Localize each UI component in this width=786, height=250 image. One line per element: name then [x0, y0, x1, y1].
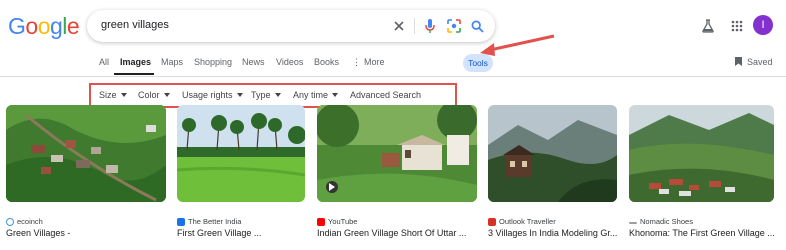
logo-letter: e — [66, 13, 80, 39]
tab-maps[interactable]: Maps — [161, 57, 183, 67]
filter-type-label: Type — [251, 90, 271, 100]
search-tabs: All Images Maps Shopping News Videos Boo… — [0, 52, 786, 74]
labs-flask-icon[interactable] — [698, 16, 718, 36]
search-divider — [414, 18, 415, 34]
caret-down-icon — [332, 93, 339, 97]
search-box[interactable]: green villages — [87, 10, 495, 42]
caret-down-icon — [274, 93, 281, 97]
header-divider — [0, 76, 786, 77]
filter-size-label: Size — [99, 90, 117, 100]
tab-all[interactable]: All — [99, 57, 109, 67]
more-dots-icon: ⋮ — [352, 57, 361, 67]
tab-books[interactable]: Books — [314, 57, 339, 67]
filter-color[interactable]: Color — [138, 90, 170, 100]
logo-letter: g — [49, 13, 63, 39]
clear-icon[interactable] — [389, 16, 409, 36]
result-title[interactable]: Indian Green Village Short Of Uttar ... — [317, 228, 466, 238]
result-thumbnail[interactable] — [177, 105, 305, 202]
caret-down-icon — [236, 93, 243, 97]
ecoinch-favicon-icon — [6, 217, 14, 226]
youtube-favicon-icon — [317, 217, 325, 226]
result-title[interactable]: Green Villages - — [6, 228, 70, 238]
google-logo[interactable]: Google — [8, 13, 80, 40]
result-source[interactable]: Nomadic Shoes — [629, 217, 693, 226]
filter-usage-rights[interactable]: Usage rights — [182, 90, 243, 100]
result-thumbnail[interactable] — [6, 105, 166, 202]
result-source[interactable]: The Better India — [177, 217, 241, 226]
result-title[interactable]: 3 Villages In India Modeling Gr... — [488, 228, 617, 238]
logo-letter: o — [37, 13, 51, 39]
result-source-label: Nomadic Shoes — [640, 217, 693, 226]
tab-more-label: More — [364, 57, 385, 67]
filter-any-time[interactable]: Any time — [293, 90, 339, 100]
result-thumbnail[interactable] — [317, 105, 477, 202]
logo-letter: o — [25, 13, 38, 39]
logo-letter: G — [8, 13, 26, 39]
filter-size[interactable]: Size — [99, 90, 127, 100]
the-better-india-favicon-icon — [177, 217, 185, 226]
lens-icon[interactable] — [444, 16, 464, 36]
result-source-label: ecoinch — [17, 217, 43, 226]
search-input[interactable]: green villages — [101, 19, 169, 31]
tab-images[interactable]: Images — [120, 57, 151, 67]
result-source[interactable]: ecoinch — [6, 217, 43, 226]
advanced-search-link[interactable]: Advanced Search — [350, 90, 421, 100]
result-source-label: Outlook Traveller — [499, 217, 556, 226]
result-title[interactable]: First Green Village ... — [177, 228, 261, 238]
result-title[interactable]: Khonoma: The First Green Village ... — [629, 228, 775, 238]
tab-videos[interactable]: Videos — [276, 57, 303, 67]
result-source[interactable]: YouTube — [317, 217, 357, 226]
bookmark-icon — [735, 57, 742, 66]
filter-any-time-label: Any time — [293, 90, 329, 100]
filter-type[interactable]: Type — [251, 90, 281, 100]
annotation-arrow — [480, 34, 555, 56]
result-thumbnail[interactable] — [629, 105, 774, 202]
nomadic-shoes-favicon-icon — [629, 222, 637, 224]
tab-more[interactable]: ⋮ More — [352, 57, 385, 68]
filter-color-label: Color — [138, 90, 160, 100]
tab-shopping[interactable]: Shopping — [194, 57, 232, 67]
filter-usage-rights-label: Usage rights — [182, 90, 233, 100]
caret-down-icon — [163, 93, 170, 97]
microphone-icon[interactable] — [420, 16, 440, 36]
account-avatar[interactable]: I — [753, 15, 773, 35]
apps-grid-icon[interactable] — [727, 16, 747, 36]
active-tab-underline — [114, 73, 154, 75]
caret-down-icon — [120, 93, 127, 97]
outlook-traveller-favicon-icon — [488, 217, 496, 226]
saved-button[interactable]: Saved — [734, 56, 773, 67]
result-source[interactable]: Outlook Traveller — [488, 217, 556, 226]
result-thumbnail[interactable] — [488, 105, 617, 202]
saved-label: Saved — [747, 56, 773, 67]
result-source-label: The Better India — [188, 217, 242, 226]
result-source-label: YouTube — [328, 217, 358, 226]
tab-news[interactable]: News — [242, 57, 265, 67]
